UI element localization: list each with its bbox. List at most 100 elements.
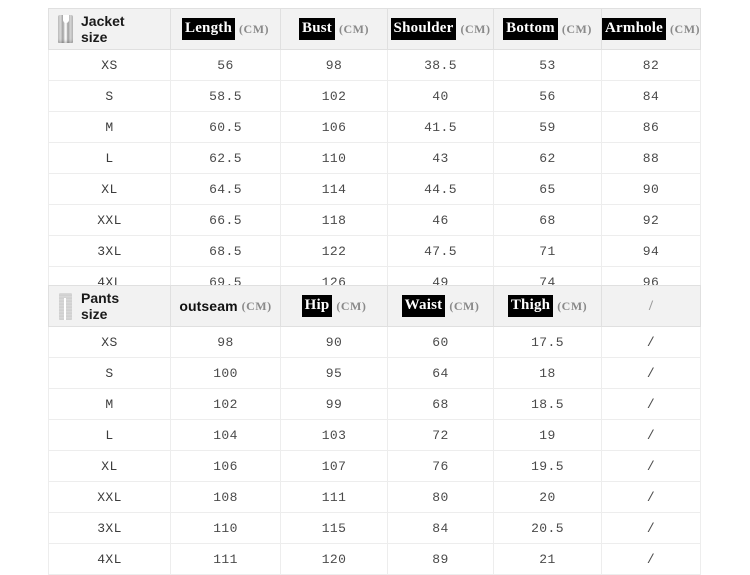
jacket-row-1-bottom: 56	[493, 80, 602, 112]
pants-row-3-waist: 72	[387, 419, 494, 451]
jacket-row-1-armhole: 84	[601, 80, 701, 112]
pants-row-3-empty: /	[601, 419, 701, 451]
jacket-row-3-bottom: 62	[493, 142, 602, 174]
pants-row-2-thigh: 18.5	[493, 388, 602, 420]
pants-header-cell-hip: Hip (CM)	[280, 285, 388, 327]
jacket-row-4-length: 64.5	[170, 173, 281, 205]
table-row: L 104 103 72 19 /	[48, 419, 701, 451]
jacket-row-1-shoulder: 40	[387, 80, 494, 112]
pants-row-2-empty: /	[601, 388, 701, 420]
pants-row-6-size: 3XL	[48, 512, 171, 544]
pants-size-header-label-line1: Pants	[81, 289, 120, 306]
jacket-row-6-shoulder: 47.5	[387, 235, 494, 267]
jacket-row-2-size: M	[48, 111, 171, 143]
jacket-row-2-bust: 106	[280, 111, 388, 143]
jacket-header-unit-bottom: (CM)	[561, 21, 592, 36]
table-row: M 102 99 68 18.5 /	[48, 388, 701, 420]
pants-thumbnail-icon	[57, 291, 74, 321]
jacket-row-2-bottom: 59	[493, 111, 602, 143]
pants-header-cell-empty: /	[601, 285, 701, 327]
jacket-size-header-label-line1: Jacket	[81, 12, 125, 29]
jacket-row-0-armhole: 82	[601, 49, 701, 81]
jacket-row-1-bust: 102	[280, 80, 388, 112]
jacket-row-4-size: XL	[48, 173, 171, 205]
jacket-row-0-shoulder: 38.5	[387, 49, 494, 81]
jacket-size-header-cell: Jacket size	[48, 8, 171, 50]
pants-row-3-outseam: 104	[170, 419, 281, 451]
jacket-row-6-bust: 122	[280, 235, 388, 267]
pants-row-7-empty: /	[601, 543, 701, 575]
pants-row-0-hip: 90	[280, 326, 388, 358]
jacket-header-chip-length: Length	[181, 18, 236, 40]
table-row: 3XL 68.5 122 47.5 71 94	[48, 235, 701, 267]
jacket-row-6-armhole: 94	[601, 235, 701, 267]
jacket-row-0-bottom: 53	[493, 49, 602, 81]
jacket-row-3-length: 62.5	[170, 142, 281, 174]
jacket-row-4-bust: 114	[280, 173, 388, 205]
pants-row-1-hip: 95	[280, 357, 388, 389]
pants-size-chart: Pants size outseam (CM) Hip (CM) Waist (…	[48, 285, 701, 575]
pants-row-7-outseam: 111	[170, 543, 281, 575]
jacket-size-chart: Jacket size Length (CM) Bust (CM) Should…	[48, 8, 701, 298]
pants-row-6-empty: /	[601, 512, 701, 544]
pants-row-3-size: L	[48, 419, 171, 451]
pants-header-cell-waist: Waist (CM)	[387, 285, 494, 327]
pants-row-0-thigh: 17.5	[493, 326, 602, 358]
jacket-row-3-bust: 110	[280, 142, 388, 174]
pants-size-header-label: Pants size	[81, 290, 119, 322]
jacket-header-cell-armhole: Armhole (CM)	[601, 8, 701, 50]
pants-header-label-outseam: outseam	[179, 298, 238, 314]
pants-header-unit-hip: (CM)	[336, 298, 367, 313]
pants-row-6-outseam: 110	[170, 512, 281, 544]
jacket-row-5-length: 66.5	[170, 204, 281, 236]
pants-row-5-waist: 80	[387, 481, 494, 513]
pants-row-4-thigh: 19.5	[493, 450, 602, 482]
jacket-row-0-length: 56	[170, 49, 281, 81]
jacket-size-header-label-line2: size	[81, 29, 108, 45]
pants-row-5-outseam: 108	[170, 481, 281, 513]
jacket-header-unit-length: (CM)	[239, 21, 270, 36]
table-row: XL 106 107 76 19.5 /	[48, 450, 701, 482]
pants-row-4-outseam: 106	[170, 450, 281, 482]
pants-row-1-empty: /	[601, 357, 701, 389]
jacket-row-2-armhole: 86	[601, 111, 701, 143]
jacket-header-unit-shoulder: (CM)	[460, 21, 491, 36]
table-row: S 100 95 64 18 /	[48, 357, 701, 389]
pants-row-7-hip: 120	[280, 543, 388, 575]
pants-row-5-empty: /	[601, 481, 701, 513]
pants-row-4-waist: 76	[387, 450, 494, 482]
pants-size-table: Pants size outseam (CM) Hip (CM) Waist (…	[48, 285, 701, 575]
pants-row-0-waist: 60	[387, 326, 494, 358]
pants-row-2-hip: 99	[280, 388, 388, 420]
pants-row-6-waist: 84	[387, 512, 494, 544]
jacket-row-6-length: 68.5	[170, 235, 281, 267]
jacket-size-table: Jacket size Length (CM) Bust (CM) Should…	[48, 8, 701, 298]
pants-row-4-hip: 107	[280, 450, 388, 482]
pants-row-2-size: M	[48, 388, 171, 420]
jacket-row-4-armhole: 90	[601, 173, 701, 205]
table-row: XS 56 98 38.5 53 82	[48, 49, 701, 81]
jacket-header-chip-bottom: Bottom	[503, 18, 558, 40]
pants-header-unit-outseam: (CM)	[241, 298, 272, 313]
jacket-row-5-size: XXL	[48, 204, 171, 236]
jacket-row-1-size: S	[48, 80, 171, 112]
table-row: M 60.5 106 41.5 59 86	[48, 111, 701, 143]
pants-row-0-outseam: 98	[170, 326, 281, 358]
table-row: S 58.5 102 40 56 84	[48, 80, 701, 112]
jacket-header-cell-bust: Bust (CM)	[280, 8, 388, 50]
pants-row-6-thigh: 20.5	[493, 512, 602, 544]
pants-row-7-size: 4XL	[48, 543, 171, 575]
pants-row-3-hip: 103	[280, 419, 388, 451]
pants-row-2-outseam: 102	[170, 388, 281, 420]
pants-table-header-row: Pants size outseam (CM) Hip (CM) Waist (…	[48, 285, 701, 327]
jacket-row-2-length: 60.5	[170, 111, 281, 143]
jacket-table-header-row: Jacket size Length (CM) Bust (CM) Should…	[48, 8, 701, 50]
pants-row-5-size: XXL	[48, 481, 171, 513]
pants-row-5-thigh: 20	[493, 481, 602, 513]
jacket-row-3-armhole: 88	[601, 142, 701, 174]
jacket-row-5-bottom: 68	[493, 204, 602, 236]
jacket-row-3-shoulder: 43	[387, 142, 494, 174]
pants-row-1-outseam: 100	[170, 357, 281, 389]
pants-row-1-waist: 64	[387, 357, 494, 389]
pants-row-1-size: S	[48, 357, 171, 389]
